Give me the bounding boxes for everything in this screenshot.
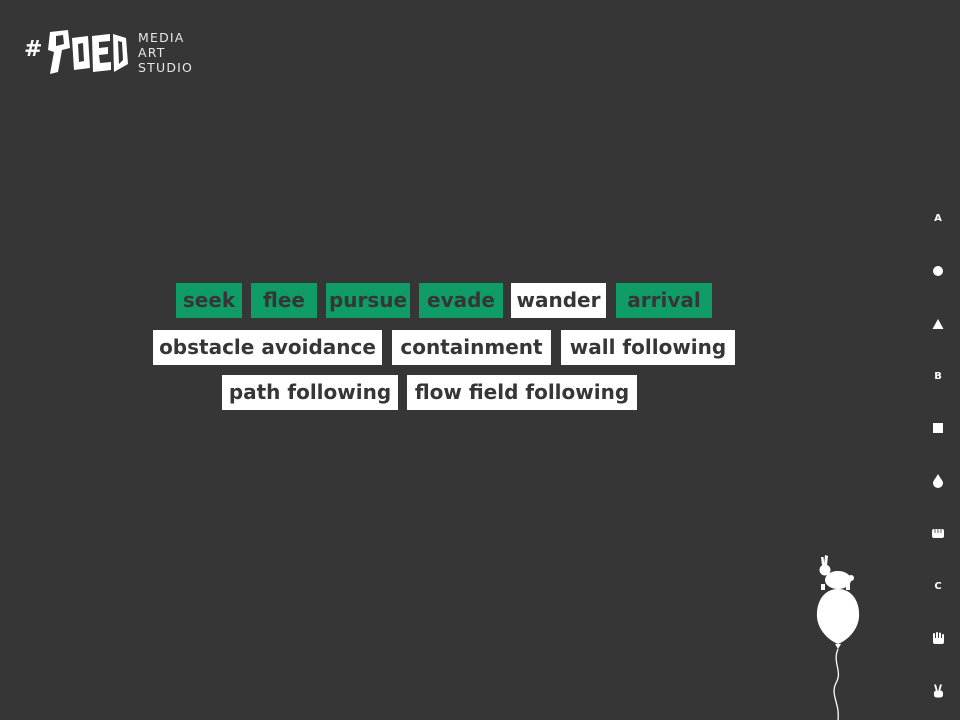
tag-containment[interactable]: containment bbox=[392, 330, 551, 365]
drop-icon bbox=[933, 474, 943, 488]
tag-pursue[interactable]: pursue bbox=[326, 283, 410, 318]
letter-c-icon: C bbox=[934, 580, 942, 592]
nav-item-b[interactable]: B bbox=[926, 364, 950, 388]
victory-hand-icon bbox=[934, 684, 943, 698]
letter-a-icon: A bbox=[934, 212, 942, 224]
tag-path-following[interactable]: path following bbox=[222, 375, 398, 410]
fist-icon bbox=[932, 529, 944, 538]
circle-icon bbox=[933, 266, 943, 276]
90ed-logo-mark: # bbox=[24, 30, 128, 74]
open-hand-icon bbox=[933, 632, 944, 644]
svg-text:#: # bbox=[24, 37, 42, 62]
nav-item-drop[interactable] bbox=[926, 469, 950, 493]
nav-item-fist[interactable] bbox=[926, 521, 950, 545]
letter-b-icon: B bbox=[934, 370, 942, 382]
studio-logo[interactable]: # MEDIA ART STUDIO bbox=[24, 26, 193, 78]
square-icon bbox=[933, 423, 943, 433]
nav-item-victory[interactable] bbox=[926, 679, 950, 703]
tag-wander[interactable]: wander bbox=[511, 283, 606, 318]
nav-item-open-hand[interactable] bbox=[926, 626, 950, 650]
tag-wall-following[interactable]: wall following bbox=[561, 330, 735, 365]
tag-seek[interactable]: seek bbox=[176, 283, 242, 318]
tag-obstacle-avoidance[interactable]: obstacle avoidance bbox=[153, 330, 382, 365]
tag-flow-field-following[interactable]: flow field following bbox=[407, 375, 637, 410]
rabbit-balloon-illustration bbox=[816, 555, 860, 720]
tagline-line-2: ART bbox=[138, 44, 166, 60]
nav-item-triangle[interactable] bbox=[926, 312, 950, 336]
tag-flee[interactable]: flee bbox=[251, 283, 317, 318]
triangle-icon bbox=[932, 319, 944, 329]
nav-item-a[interactable]: A bbox=[926, 206, 950, 230]
tag-arrival[interactable]: arrival bbox=[616, 283, 712, 318]
tagline-line-1: MEDIA bbox=[138, 29, 185, 45]
tag-evade[interactable]: evade bbox=[419, 283, 503, 318]
tagline-line-3: STUDIO bbox=[138, 59, 194, 75]
nav-item-circle[interactable] bbox=[926, 259, 950, 283]
studio-tagline: MEDIA ART STUDIO bbox=[138, 30, 193, 75]
nav-item-c[interactable]: C bbox=[926, 574, 950, 598]
nav-item-square[interactable] bbox=[926, 416, 950, 440]
